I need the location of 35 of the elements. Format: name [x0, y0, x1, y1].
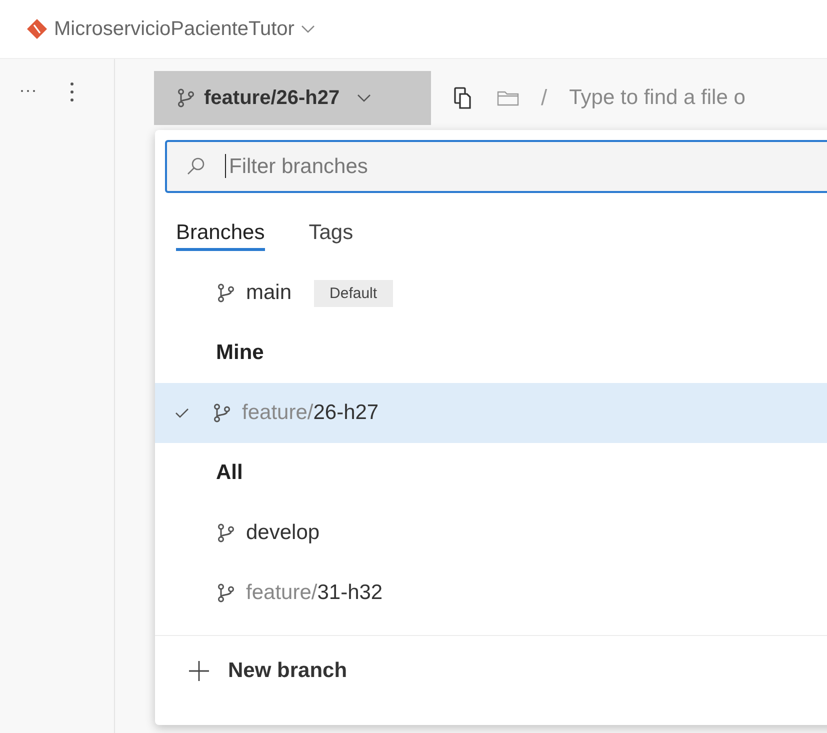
branch-filter-field[interactable]: Filter branches: [165, 140, 827, 193]
branch-icon: [212, 403, 232, 423]
branch-name: develop: [246, 521, 320, 545]
branch-icon: [176, 88, 196, 108]
branch-name: main: [246, 281, 292, 305]
copy-icon[interactable]: [453, 86, 473, 110]
branch-icon: [216, 523, 236, 543]
text-cursor: [225, 154, 226, 178]
branch-name: feature/26-h27: [242, 401, 379, 425]
new-branch-button[interactable]: New branch: [188, 653, 348, 689]
branch-item[interactable]: main Default: [155, 263, 827, 323]
branch-icon: [216, 583, 236, 603]
branch-icon: [216, 283, 236, 303]
default-badge: Default: [314, 280, 394, 306]
path-separator: /: [541, 85, 548, 111]
more-icon[interactable]: [20, 89, 36, 93]
branch-item[interactable]: feature/26-h27: [155, 383, 827, 443]
chevron-down-icon: [356, 93, 372, 103]
branch-item[interactable]: develop: [155, 503, 827, 563]
tab[interactable]: Branches: [176, 221, 265, 251]
branch-selector-button[interactable]: feature/26-h27: [154, 71, 431, 125]
checkmark-icon: [175, 408, 189, 418]
section-heading: Mine: [215, 340, 265, 366]
vertical-more-icon[interactable]: [70, 81, 74, 103]
repo-logo-icon: [26, 18, 48, 40]
search-icon: [187, 157, 205, 175]
file-search-field[interactable]: Type to find a file o: [569, 86, 790, 110]
folder-icon[interactable]: [497, 90, 519, 106]
plus-icon: [188, 660, 210, 682]
branch-name: feature/31-h32: [246, 581, 383, 605]
repository-name[interactable]: MicroservicioPacienteTutor: [54, 18, 294, 40]
chevron-down-icon[interactable]: [300, 24, 316, 34]
branch-item[interactable]: feature/31-h32: [155, 563, 827, 623]
tab[interactable]: Tags: [308, 221, 354, 251]
section-heading: All: [215, 460, 244, 486]
